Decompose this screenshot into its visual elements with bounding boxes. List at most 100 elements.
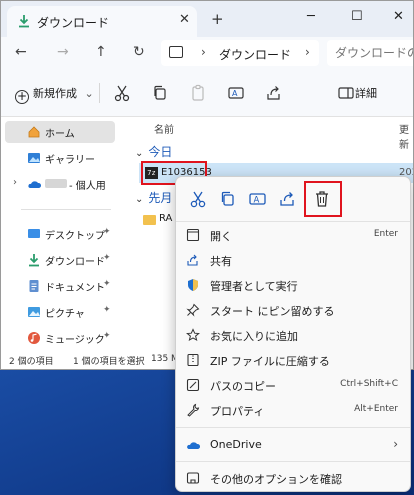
path-icon <box>186 378 200 392</box>
search-input[interactable] <box>335 46 413 60</box>
copy-icon[interactable] <box>218 189 238 209</box>
search-box[interactable] <box>327 40 413 66</box>
folder-icon <box>143 215 156 225</box>
sidebar-item-label: ピクチャ <box>45 309 85 320</box>
submenu-chevron-icon: › <box>393 437 398 451</box>
menu-item-open[interactable]: 開く Enter <box>180 223 408 247</box>
refresh-icon[interactable]: ↻ <box>133 44 145 60</box>
sidebar-item-label: ミュージック <box>45 335 105 346</box>
star-icon <box>186 328 200 342</box>
sidebar-item-music[interactable]: ミュージック ✦ <box>5 327 115 349</box>
close-button[interactable]: ✕ <box>393 9 404 24</box>
home-icon <box>28 126 40 138</box>
close-tab-icon[interactable]: ✕ <box>179 12 190 27</box>
expand-chevron-icon[interactable]: › <box>13 177 17 188</box>
cut-icon[interactable] <box>188 189 208 209</box>
breadcrumb-end-chevron-icon[interactable]: › <box>305 45 310 59</box>
menu-item-label: ZIP ファイルに圧縮する <box>210 355 330 368</box>
tab-downloads[interactable]: ダウンロード ✕ <box>7 6 197 37</box>
copy-icon[interactable] <box>151 84 169 102</box>
sidebar-item-documents[interactable]: ドキュメント ✦ <box>5 275 115 297</box>
back-arrow-icon[interactable]: ← <box>15 44 27 60</box>
breadcrumb[interactable]: ダウンロード <box>219 46 291 63</box>
minimize-button[interactable]: ─ <box>307 9 315 24</box>
menu-divider <box>176 461 410 462</box>
column-header-name[interactable]: 名前 <box>154 121 174 136</box>
rename-icon[interactable]: A <box>248 189 268 209</box>
menu-divider <box>176 221 410 222</box>
pin-icon: ✦ <box>103 305 111 315</box>
plus-icon: + <box>15 89 29 104</box>
music-icon <box>28 332 40 344</box>
share-icon[interactable] <box>265 84 283 102</box>
folder-name[interactable]: RA <box>159 213 172 224</box>
group-today[interactable]: ⌄ 今日 <box>135 143 172 160</box>
maximize-button[interactable]: ☐ <box>351 9 363 24</box>
tab-title: ダウンロード <box>37 16 110 30</box>
menu-item-shortcut: Enter <box>373 229 398 239</box>
sidebar-item-gallery[interactable]: ギャラリー <box>5 147 115 169</box>
menu-item-more-options[interactable]: その他のオプションを確認 <box>180 466 408 490</box>
pictures-icon <box>28 307 40 317</box>
sidebar-item-pictures[interactable]: ピクチャ ✦ <box>5 301 115 323</box>
pin-icon: ✦ <box>103 279 111 289</box>
sidebar-item-label: ホーム <box>45 129 75 140</box>
menu-item-copy-path[interactable]: パスのコピー Ctrl+Shift+C <box>180 373 408 397</box>
details-button-label[interactable]: 詳細 <box>355 85 377 101</box>
menu-item-shortcut: Ctrl+Shift+C <box>340 379 398 389</box>
highlight-box-delete <box>304 181 342 217</box>
menu-item-add-to-favorites[interactable]: お気に入りに追加 <box>180 323 408 347</box>
chevron-down-icon: ⌄ <box>135 148 144 159</box>
group-last-month[interactable]: ⌄ 先月 <box>135 189 172 206</box>
address-bar[interactable]: › ダウンロード › <box>161 40 319 66</box>
computer-icon <box>169 46 183 58</box>
menu-item-pin-to-start[interactable]: スタート にピン留めする <box>180 298 408 322</box>
more-options-icon <box>186 472 200 484</box>
new-button-label: 新規作成 <box>33 87 77 100</box>
menu-item-shortcut: Alt+Enter <box>354 404 398 414</box>
sidebar-item-downloads[interactable]: ダウンロード ✦ <box>5 249 115 271</box>
wrench-icon <box>187 403 200 417</box>
new-button[interactable]: + 新規作成 ⌄ <box>15 85 94 104</box>
sidebar-item-label: - 個人用 <box>69 181 106 192</box>
up-arrow-icon[interactable]: ↑ <box>95 44 107 60</box>
details-pane-icon[interactable] <box>337 84 355 102</box>
sidebar-item-onedrive[interactable]: › - 個人用 <box>5 173 115 195</box>
title-bar: ダウンロード ✕ + ─ ☐ ✕ <box>1 1 413 37</box>
breadcrumb-separator: › <box>201 45 206 59</box>
group-label: 先月 <box>148 191 173 205</box>
cut-icon[interactable] <box>113 84 131 102</box>
documents-icon <box>29 280 39 292</box>
menu-item-run-as-admin[interactable]: 管理者として実行 <box>180 273 408 297</box>
onedrive-icon <box>28 181 41 188</box>
toolbar-divider <box>99 83 100 103</box>
context-menu-toolbar: A <box>176 177 410 221</box>
menu-item-properties[interactable]: プロパティ Alt+Enter <box>180 398 408 422</box>
rename-icon[interactable]: A <box>227 84 245 102</box>
paste-icon[interactable] <box>189 84 207 102</box>
command-bar: + 新規作成 ⌄ A 詳細 <box>1 69 413 117</box>
navigation-bar: ← → ↑ ↻ › ダウンロード › <box>1 37 413 69</box>
open-icon <box>186 228 200 242</box>
new-tab-button[interactable]: + <box>211 10 224 28</box>
menu-item-onedrive[interactable]: OneDrive › <box>180 433 408 457</box>
sidebar-item-desktop[interactable]: デスクトップ ✦ <box>5 223 115 245</box>
menu-item-label: その他のオプションを確認 <box>210 473 342 486</box>
onedrive-icon <box>187 442 200 449</box>
menu-item-label: スタート にピン留めする <box>210 305 335 318</box>
context-menu: A 開く Enter 共有 管理者として実行 スタート にピン留めする お気に入… <box>175 176 411 492</box>
sidebar-item-home[interactable]: ホーム <box>5 121 115 143</box>
svg-text:A: A <box>232 89 238 98</box>
menu-item-label: パスのコピー <box>210 380 276 393</box>
status-item-count: 2 個の項目 <box>9 357 54 367</box>
zip-icon <box>187 353 199 367</box>
pin-icon <box>186 303 200 317</box>
menu-item-compress-zip[interactable]: ZIP ファイルに圧縮する <box>180 348 408 372</box>
forward-arrow-icon[interactable]: → <box>57 44 69 60</box>
column-header-modified[interactable]: 更新 <box>399 121 413 151</box>
sidebar-item-label: ドキュメント <box>45 283 105 294</box>
menu-item-label: 管理者として実行 <box>210 280 298 293</box>
share-icon[interactable] <box>278 189 298 209</box>
menu-item-share[interactable]: 共有 <box>180 248 408 272</box>
menu-item-label: OneDrive <box>210 438 262 451</box>
